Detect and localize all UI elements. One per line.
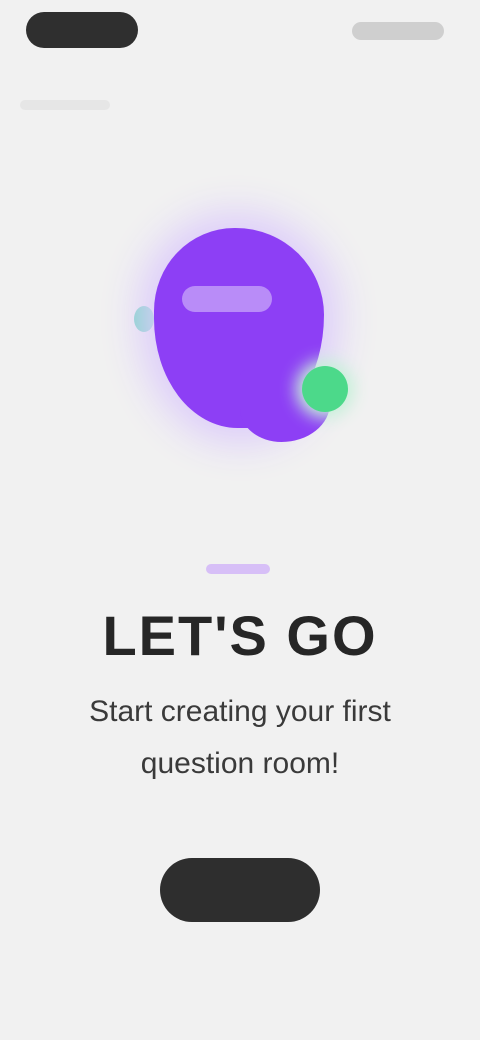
top-right-link[interactable]: [352, 22, 444, 40]
top-bar: [0, 0, 480, 70]
teal-dot-icon: [134, 306, 154, 332]
green-dot-icon: [302, 366, 348, 412]
accent-divider: [206, 564, 270, 574]
page-title: LET'S GO: [102, 604, 378, 667]
cta-button[interactable]: [160, 858, 320, 922]
top-left-pill-button[interactable]: [26, 12, 138, 48]
page-subtitle: Start creating your first question room!: [89, 695, 391, 780]
faint-caption: [20, 100, 110, 110]
hero-illustration: [130, 200, 360, 470]
hero-badge: [182, 286, 272, 312]
